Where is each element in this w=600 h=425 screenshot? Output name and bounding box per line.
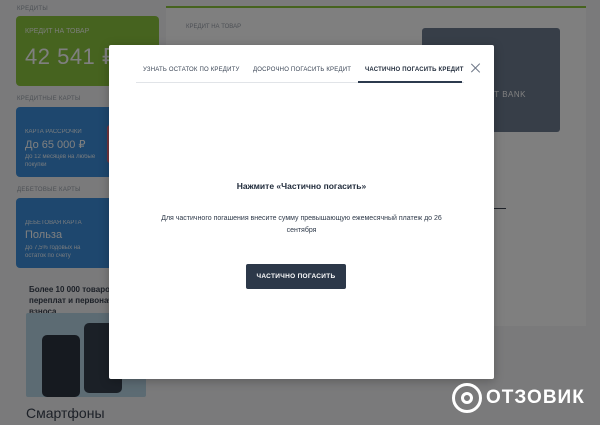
- tab-early-repayment[interactable]: ДОСРОЧНО ПОГАСИТЬ КРЕДИТ: [253, 67, 351, 73]
- tab-partial-repayment[interactable]: ЧАСТИЧНО ПОГАСИТЬ КРЕДИТ: [365, 67, 464, 73]
- watermark-text: ОТЗОВИК: [486, 387, 585, 408]
- modal-description: Для частичного погашения внесите сумму п…: [161, 215, 442, 234]
- modal-tabs: УЗНАТЬ ОСТАТОК ПО КРЕДИТУ ДОСРОЧНО ПОГАС…: [136, 61, 464, 83]
- watermark: ОТЗОВИК: [452, 383, 597, 413]
- partial-repay-button[interactable]: ЧАСТИЧНО ПОГАСИТЬ: [246, 264, 346, 289]
- modal-title: Нажмите «Частично погасить»: [236, 181, 367, 191]
- watermark-logo-icon: [452, 383, 482, 413]
- tab-check-balance[interactable]: УЗНАТЬ ОСТАТОК ПО КРЕДИТУ: [143, 67, 239, 73]
- active-tab-indicator: [358, 81, 462, 83]
- repay-modal: УЗНАТЬ ОСТАТОК ПО КРЕДИТУ ДОСРОЧНО ПОГАС…: [109, 45, 494, 379]
- close-icon[interactable]: [470, 62, 482, 74]
